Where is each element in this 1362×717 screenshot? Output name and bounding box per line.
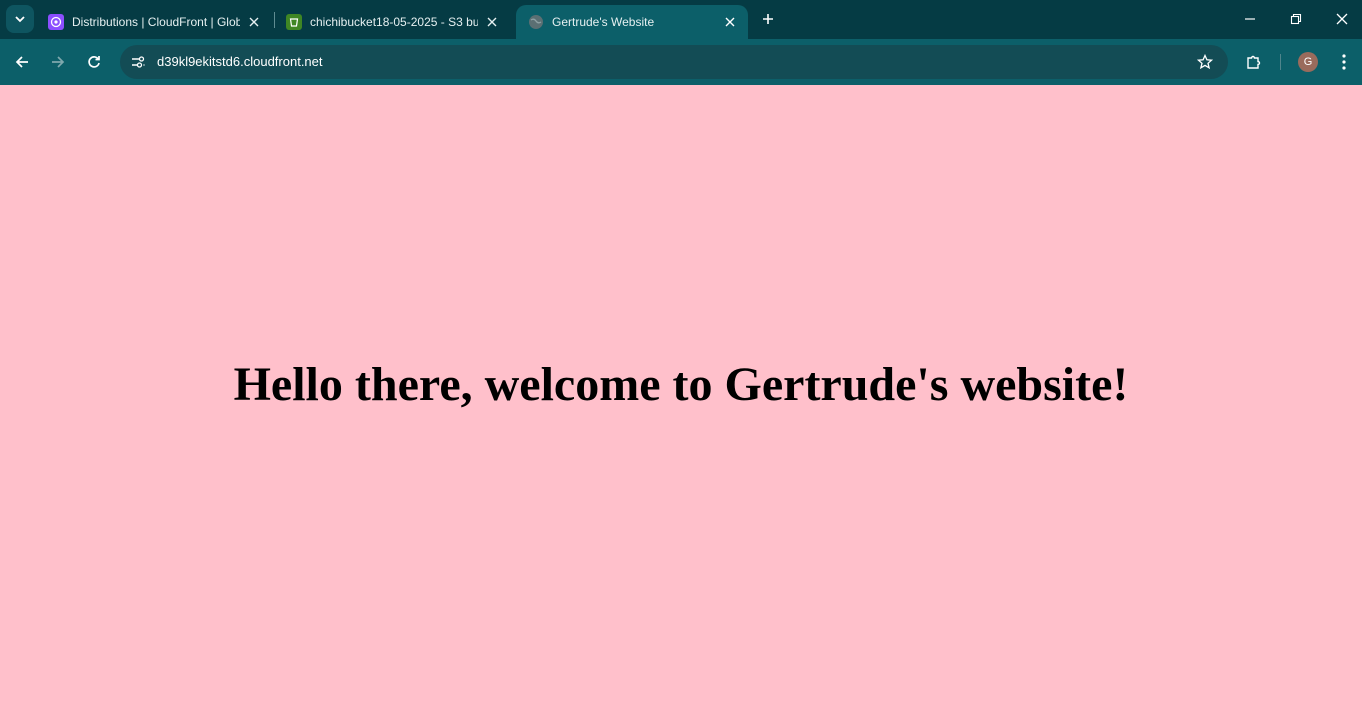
toolbar-divider [1280,54,1281,70]
tab-title: chichibucket18-05-2025 - S3 bucket [310,15,478,29]
kebab-menu-icon [1342,54,1346,70]
minimize-icon [1245,18,1255,20]
tab-search-button[interactable] [6,5,34,33]
new-tab-button[interactable] [758,9,778,29]
extensions-button[interactable] [1244,52,1264,72]
plus-icon [763,14,773,24]
reload-button[interactable] [84,52,104,72]
url-text[interactable]: d39kl9ekitstd6.cloudfront.net [157,54,323,69]
cloudfront-icon [48,14,64,30]
arrow-left-icon [15,56,28,68]
tab-s3-bucket[interactable]: chichibucket18-05-2025 - S3 bucket [274,5,510,39]
puzzle-icon [1247,55,1261,69]
profile-avatar[interactable]: G [1298,52,1318,72]
tab-gertrudes-website[interactable]: Gertrude's Website [516,5,748,39]
back-button[interactable] [12,52,32,72]
chevron-down-icon [15,16,25,23]
page-heading: Hello there, welcome to Gertrude's websi… [233,358,1129,411]
restore-button[interactable] [1286,9,1306,29]
arrow-right-icon [52,56,65,68]
tab-title: Distributions | CloudFront | Global [72,15,240,29]
tab-title: Gertrude's Website [552,15,655,29]
tab-strip: Distributions | CloudFront | Global chic… [0,0,1362,39]
restore-icon [1290,13,1302,25]
reload-icon [88,56,100,68]
page-content: Hello there, welcome to Gertrude's websi… [0,85,1362,717]
tab-cloudfront[interactable]: Distributions | CloudFront | Global [36,5,272,39]
s3-icon [286,14,302,30]
address-bar[interactable]: d39kl9ekitstd6.cloudfront.net [120,45,1228,79]
forward-button[interactable] [48,52,68,72]
site-info-icon[interactable] [128,52,148,72]
globe-icon [528,14,544,30]
close-window-button[interactable] [1332,9,1352,29]
browser-menu-button[interactable] [1334,52,1354,72]
close-icon [1336,13,1348,25]
browser-toolbar: d39kl9ekitstd6.cloudfront.net G [0,39,1362,85]
minimize-button[interactable] [1240,9,1260,29]
bookmark-star-icon[interactable] [1196,53,1214,71]
close-icon[interactable] [484,14,500,30]
close-icon[interactable] [246,14,262,30]
close-icon[interactable] [722,14,738,30]
